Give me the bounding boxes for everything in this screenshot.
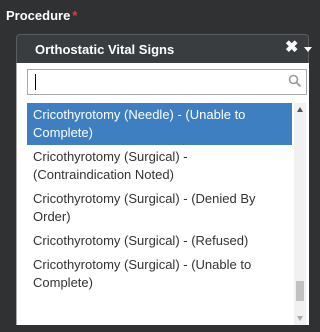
search-input[interactable] [27,69,307,95]
field-label: Procedure * [6,8,77,23]
scroll-thumb[interactable] [296,281,304,301]
options-list: Cricothyrotomy (Needle) - (Unable to Com… [27,103,292,295]
option-item[interactable]: Cricothyrotomy (Surgical) - (Refused) [27,229,292,253]
option-item[interactable]: Cricothyrotomy (Surgical) - (Contraindic… [27,145,292,187]
scroll-up-arrow-icon[interactable] [297,107,303,112]
option-label: Cricothyrotomy (Surgical) - (Refused) [33,233,249,248]
dropdown-panel: Cricothyrotomy (Needle) - (Unable to Com… [16,63,309,325]
selected-value: Orthostatic Vital Signs [35,42,175,57]
option-label: Cricothyrotomy (Surgical) - (Unable to C… [33,257,252,290]
option-label: Cricothyrotomy (Needle) - (Unable to Com… [33,107,246,140]
field-label-text: Procedure [6,8,71,23]
text-cursor [35,74,36,90]
procedure-select[interactable]: Orthostatic Vital Signs ✖ [16,34,312,63]
option-item[interactable]: Cricothyrotomy (Surgical) - (Denied By O… [27,187,292,229]
required-marker: * [72,8,78,23]
option-label: Cricothyrotomy (Surgical) - (Denied By O… [33,191,256,224]
scrollbar[interactable] [294,103,306,325]
option-item[interactable]: Cricothyrotomy (Needle) - (Unable to Com… [27,103,292,145]
clear-icon[interactable]: ✖ [285,39,298,57]
chevron-down-icon[interactable] [304,47,312,52]
scroll-down-arrow-icon[interactable] [297,316,303,321]
option-item[interactable]: Cricothyrotomy (Surgical) - (Unable to C… [27,253,292,295]
option-label: Cricothyrotomy (Surgical) - (Contraindic… [33,149,188,182]
footer-strip [0,325,309,332]
search-icon [288,74,302,88]
